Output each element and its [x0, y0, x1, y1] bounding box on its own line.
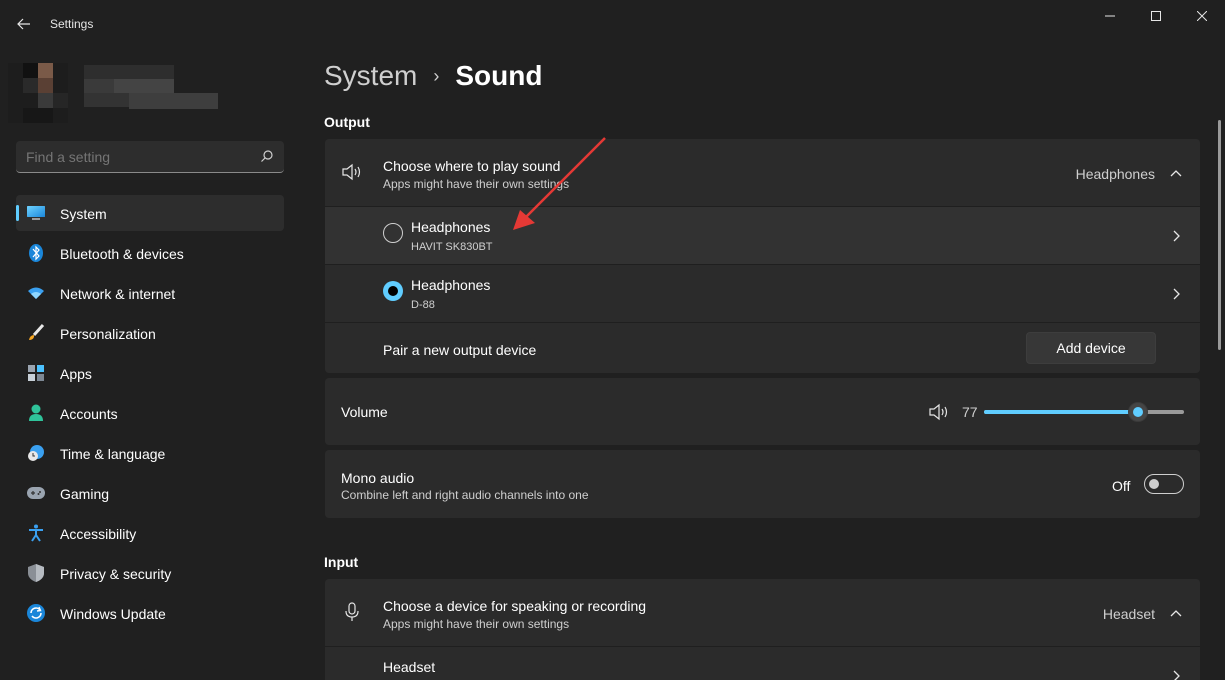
- output-section-title: Output: [324, 114, 370, 130]
- apps-icon: [27, 364, 45, 382]
- accessibility-icon: [27, 524, 45, 542]
- chevron-up-icon[interactable]: [1168, 165, 1184, 181]
- sidebar-item-gaming[interactable]: Gaming: [16, 475, 284, 511]
- sidebar-item-label: Accessibility: [60, 526, 137, 542]
- volume-value: 77: [962, 404, 978, 420]
- mono-audio-toggle[interactable]: [1144, 474, 1184, 494]
- search-icon[interactable]: [260, 149, 274, 163]
- input-section-title: Input: [324, 554, 359, 570]
- sidebar-item-privacy[interactable]: Privacy & security: [16, 555, 284, 591]
- volume-slider-fill: [984, 410, 1138, 414]
- search-box[interactable]: [16, 141, 284, 173]
- mono-audio-card: Mono audio Combine left and right audio …: [325, 450, 1200, 518]
- wifi-icon: [27, 284, 45, 302]
- sidebar-item-label: Personalization: [60, 326, 156, 342]
- chevron-right-icon[interactable]: [1168, 668, 1184, 680]
- shield-icon: [27, 564, 45, 582]
- sidebar-item-label: Time & language: [60, 446, 166, 462]
- breadcrumb-separator: ›: [433, 65, 440, 86]
- chevron-up-icon[interactable]: [1168, 605, 1184, 621]
- close-button[interactable]: [1179, 0, 1225, 32]
- choose-input-subtitle: Apps might have their own settings: [383, 617, 570, 631]
- pair-output-label: Pair a new output device: [383, 342, 537, 358]
- breadcrumb: System › Sound: [324, 58, 542, 94]
- mono-audio-title: Mono audio: [341, 470, 415, 486]
- sidebar-item-label: System: [60, 206, 107, 222]
- sidebar-item-label: Accounts: [60, 406, 118, 422]
- output-device-row[interactable]: Headphones D-88: [325, 264, 1200, 322]
- volume-slider[interactable]: [984, 402, 1184, 422]
- output-device-radio[interactable]: [383, 223, 403, 243]
- selected-input-value: Headset: [1102, 606, 1155, 622]
- volume-label: Volume: [341, 404, 388, 420]
- page-title: Sound: [455, 60, 543, 91]
- device-model: D-88: [411, 299, 435, 311]
- update-icon: [27, 604, 45, 622]
- pair-output-row: Pair a new output device Add device: [325, 322, 1200, 373]
- sidebar-item-apps[interactable]: Apps: [16, 355, 284, 391]
- mono-audio-subtitle: Combine left and right audio channels in…: [341, 488, 589, 502]
- minimize-icon: [1105, 15, 1115, 17]
- breadcrumb-parent[interactable]: System: [324, 60, 417, 92]
- bluetooth-icon: [27, 244, 45, 262]
- sidebar-item-label: Privacy & security: [60, 566, 172, 582]
- sidebar-item-bluetooth[interactable]: Bluetooth & devices: [16, 235, 284, 271]
- system-icon: [27, 204, 45, 222]
- back-arrow-icon: [17, 18, 30, 30]
- choose-output-subtitle: Apps might have their own settings: [383, 177, 570, 191]
- sidebar-item-label: Gaming: [60, 486, 110, 502]
- output-card: Choose where to play sound Apps might ha…: [325, 139, 1200, 373]
- device-name: Headphones: [411, 277, 491, 293]
- sidebar-item-label: Bluetooth & devices: [60, 246, 184, 262]
- choose-input-title: Choose a device for speaking or recordin…: [383, 598, 647, 614]
- input-card: Choose a device for speaking or recordin…: [325, 579, 1200, 680]
- person-icon: [27, 404, 45, 422]
- sidebar-item-label: Apps: [60, 366, 92, 382]
- maximize-button[interactable]: [1133, 0, 1179, 32]
- choose-output-title: Choose where to play sound: [383, 158, 561, 174]
- toggle-knob: [1149, 479, 1159, 489]
- chevron-right-icon[interactable]: [1168, 228, 1184, 244]
- sidebar-item-time-language[interactable]: Time & language: [16, 435, 284, 471]
- volume-icon[interactable]: [928, 401, 950, 423]
- sidebar-item-personalization[interactable]: Personalization: [16, 315, 284, 351]
- sidebar-nav: System Bluetooth & devices Network & int…: [16, 195, 284, 635]
- clock-globe-icon: [27, 444, 45, 462]
- speaker-icon: [341, 161, 363, 183]
- microphone-icon: [341, 601, 363, 623]
- volume-slider-thumb[interactable]: [1128, 402, 1148, 422]
- device-name: Headphones: [411, 219, 491, 235]
- search-input[interactable]: [26, 149, 246, 165]
- device-model: HAVIT SK830BT: [411, 241, 493, 253]
- gamepad-icon: [27, 484, 45, 502]
- input-device-row[interactable]: Headset: [325, 646, 1200, 680]
- sidebar-item-label: Windows Update: [60, 606, 166, 622]
- sidebar-item-network[interactable]: Network & internet: [16, 275, 284, 311]
- sidebar-item-windows-update[interactable]: Windows Update: [16, 595, 284, 631]
- brush-icon: [27, 324, 45, 342]
- maximize-icon: [1151, 11, 1161, 21]
- add-device-button[interactable]: Add device: [1026, 332, 1156, 364]
- input-device-selector[interactable]: Choose a device for speaking or recordin…: [325, 579, 1200, 646]
- sidebar-item-label: Network & internet: [60, 286, 176, 302]
- minimize-button[interactable]: [1087, 0, 1133, 32]
- mono-audio-state: Off: [1112, 478, 1131, 494]
- sidebar-item-accounts[interactable]: Accounts: [16, 395, 284, 431]
- app-title: Settings: [50, 17, 94, 31]
- title-bar: Settings: [0, 0, 1225, 48]
- volume-card: Volume 77: [325, 378, 1200, 445]
- selected-output-value: Headphones: [1075, 166, 1155, 182]
- output-device-radio[interactable]: [383, 281, 403, 301]
- close-icon: [1197, 11, 1207, 21]
- output-device-selector[interactable]: Choose where to play sound Apps might ha…: [325, 139, 1200, 206]
- sidebar-item-accessibility[interactable]: Accessibility: [16, 515, 284, 551]
- back-button[interactable]: [12, 12, 36, 36]
- scrollbar[interactable]: [1218, 120, 1221, 350]
- output-device-row[interactable]: Headphones HAVIT SK830BT: [325, 206, 1200, 264]
- chevron-right-icon[interactable]: [1168, 286, 1184, 302]
- sidebar-item-system[interactable]: System: [16, 195, 284, 231]
- device-name: Headset: [383, 659, 436, 675]
